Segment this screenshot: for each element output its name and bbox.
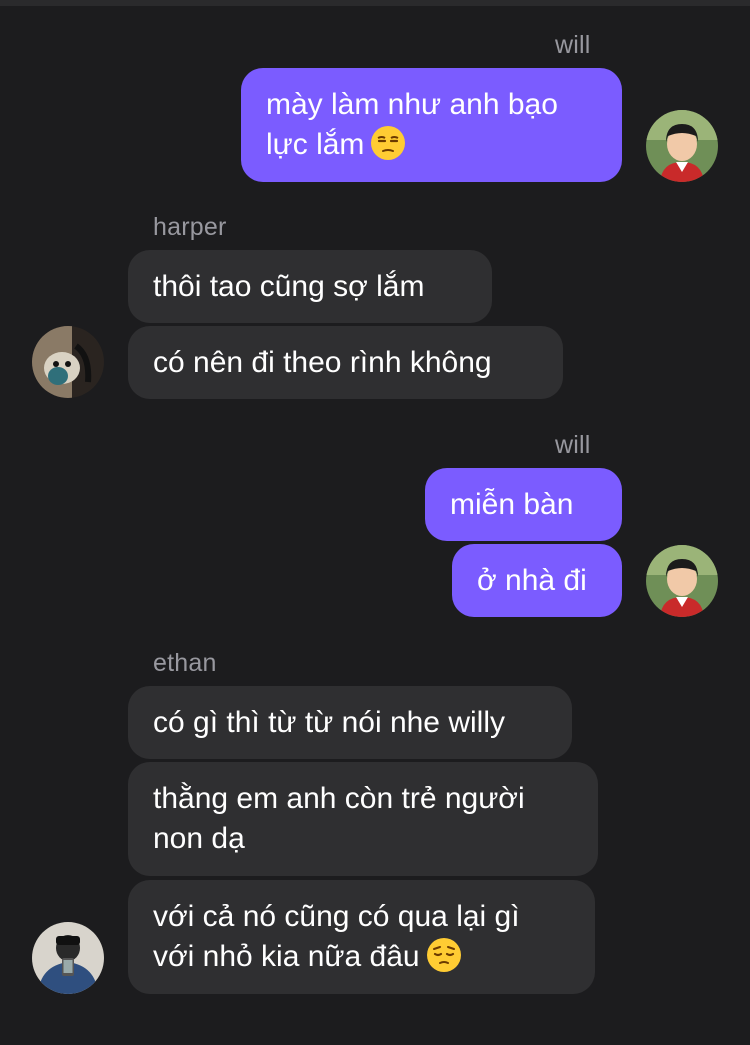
message-bubble-incoming[interactable]: có gì thì từ từ nói nhe willy: [128, 686, 572, 759]
sender-name-will: will: [555, 31, 591, 59]
message-bubble-incoming[interactable]: thôi tao cũng sợ lắm: [128, 250, 492, 323]
pensive-face-emoji-icon: [426, 938, 461, 972]
message-bubble-outgoing[interactable]: miễn bàn: [425, 468, 622, 541]
message-bubble-incoming[interactable]: thằng em anh còn trẻ người non dạ: [128, 762, 598, 876]
message-text: ở nhà đi: [477, 563, 587, 597]
sender-name-ethan: ethan: [153, 649, 217, 677]
unamused-face-emoji-icon: [371, 126, 406, 160]
sender-name-will: will: [555, 431, 591, 459]
avatar-harper[interactable]: [32, 326, 104, 398]
message-bubble-incoming[interactable]: có nên đi theo rình không: [128, 326, 563, 399]
message-text: có gì thì từ từ nói nhe willy: [153, 705, 505, 739]
avatar-will-image: [646, 110, 718, 182]
message-text: miễn bàn: [450, 487, 574, 521]
avatar-ethan-image: [32, 922, 104, 994]
top-bar: [0, 0, 750, 6]
avatar-ethan[interactable]: [32, 922, 104, 994]
message-text: thôi tao cũng sợ lắm: [153, 269, 425, 303]
message-bubble-incoming[interactable]: với cả nó cũng có qua lại gì với nhỏ kia…: [128, 880, 595, 994]
avatar-will-image: [646, 545, 718, 617]
sender-name-harper: harper: [153, 213, 227, 241]
message-bubble-outgoing[interactable]: ở nhà đi: [452, 544, 622, 617]
avatar-will[interactable]: [646, 545, 718, 617]
message-bubble-outgoing[interactable]: mày làm như anh bạo lực lắm: [241, 68, 622, 182]
message-text: có nên đi theo rình không: [153, 345, 492, 379]
message-text: mày làm như anh bạo lực lắm: [266, 88, 558, 161]
message-text: thằng em anh còn trẻ người non dạ: [153, 782, 525, 855]
avatar-harper-image: [32, 326, 104, 398]
message-text: với cả nó cũng có qua lại gì với nhỏ kia…: [153, 900, 520, 973]
avatar-will[interactable]: [646, 110, 718, 182]
